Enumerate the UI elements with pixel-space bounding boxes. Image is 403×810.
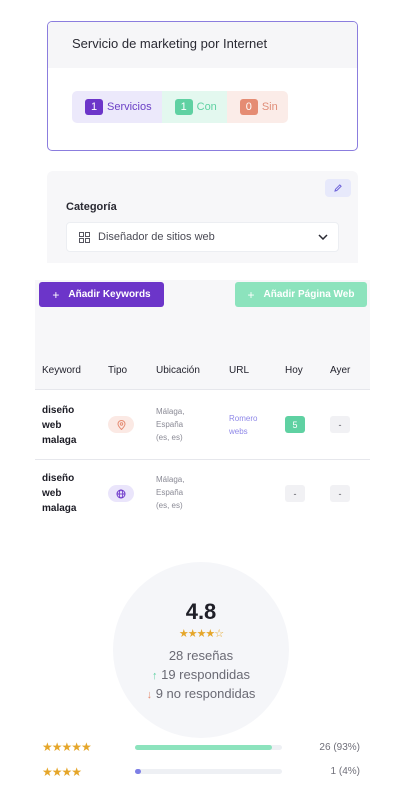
rating-stars: ★★★★☆ xyxy=(178,628,224,640)
table-row-1-today-rank: 5 xyxy=(285,416,305,433)
five-star-count: 26 (93%) xyxy=(319,742,360,753)
service-counts: 1 Servicios 1 Con 0 Sin xyxy=(72,91,288,123)
table-divider xyxy=(35,389,370,390)
table-row-1-keyword[interactable]: diseño web malaga xyxy=(42,403,76,448)
table-row-2-location: Málaga, España (es, es) xyxy=(156,475,185,510)
service-title: Servicio de marketing por Internet xyxy=(48,22,357,68)
category-select[interactable]: Diseñador de sitios web xyxy=(66,222,339,252)
four-star-label: ★★★★ xyxy=(42,765,82,779)
category-selected-value: Diseñador de sitios web xyxy=(98,231,215,243)
service-card: Servicio de marketing por Internet 1 Ser… xyxy=(47,21,358,151)
chevron-down-icon xyxy=(318,234,328,240)
without-count-badge[interactable]: 0 Sin xyxy=(226,91,288,123)
five-star-bar xyxy=(135,745,282,750)
four-star-bar-fill xyxy=(135,769,141,774)
reviews-total: 28 reseñas xyxy=(168,648,234,663)
rating-score: 4.8 xyxy=(185,599,217,624)
column-header-today[interactable]: Hoy xyxy=(285,365,303,376)
table-row-1-type xyxy=(108,416,134,433)
globe-icon xyxy=(116,489,126,498)
table-row-1-yesterday-rank: - xyxy=(330,416,350,433)
map-pin-icon xyxy=(116,419,126,430)
table-row-1-url-link[interactable]: Romero webs xyxy=(229,412,257,438)
edit-category-button[interactable] xyxy=(325,179,351,197)
table-row-2-today-rank: - xyxy=(285,485,305,502)
pencil-icon xyxy=(334,184,342,192)
reviews-responded: ↑ 19 respondidas xyxy=(151,667,251,682)
four-star-count: 1 (4%) xyxy=(330,766,360,777)
column-header-type[interactable]: Tipo xyxy=(108,365,127,376)
category-card: Categoría Diseñador de sitios web xyxy=(47,171,358,263)
category-label: Categoría xyxy=(66,201,117,213)
arrow-down-icon: ↓ xyxy=(146,689,153,701)
table-row-2-type xyxy=(108,485,134,502)
table-divider xyxy=(35,459,370,460)
add-web-page-button[interactable]: + Añadir Página Web xyxy=(235,282,367,307)
column-header-location[interactable]: Ubicación xyxy=(156,365,200,376)
four-star-bar xyxy=(135,769,282,774)
services-count-badge[interactable]: 1 Servicios xyxy=(72,91,162,123)
column-header-yesterday[interactable]: Ayer xyxy=(330,365,350,376)
five-star-bar-fill xyxy=(135,745,272,750)
grid-icon xyxy=(79,231,90,243)
five-star-label: ★★★★★ xyxy=(42,740,92,754)
table-row-2-keyword[interactable]: diseño web malaga xyxy=(42,471,76,516)
reviews-unresponded: ↓ 9 no respondidas xyxy=(146,686,256,701)
add-keywords-button[interactable]: + Añadir Keywords xyxy=(39,282,164,307)
column-header-keyword[interactable]: Keyword xyxy=(42,365,81,376)
arrow-up-icon: ↑ xyxy=(151,670,158,682)
table-row-2-yesterday-rank: - xyxy=(330,485,350,502)
table-row-1-location: Málaga, España (es, es) xyxy=(156,407,185,442)
column-header-url[interactable]: URL xyxy=(229,365,249,376)
with-count-badge[interactable]: 1 Con xyxy=(161,91,227,123)
